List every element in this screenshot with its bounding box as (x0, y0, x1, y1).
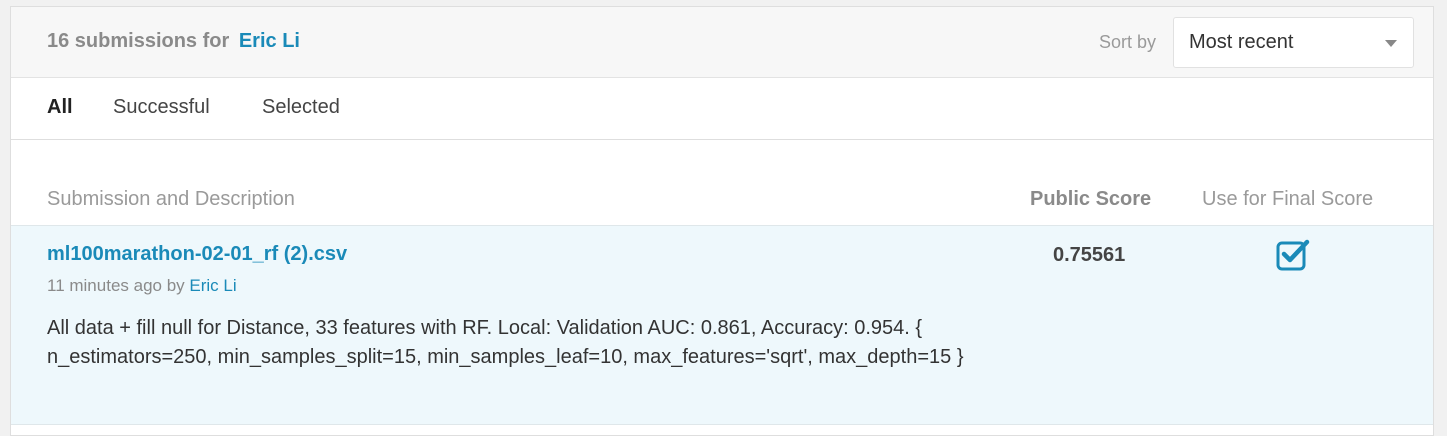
column-header-submission: Submission and Description (47, 188, 295, 210)
submission-meta: 11 minutes ago by Eric Li (47, 276, 237, 296)
sort-dropdown[interactable]: Most recent (1173, 17, 1414, 68)
submission-author-link[interactable]: Eric Li (189, 276, 236, 295)
submissions-panel: 16 submissions for Eric Li Sort by Most … (10, 6, 1434, 436)
sort-label: Sort by (1099, 32, 1157, 52)
public-score-value: 0.75561 (1053, 244, 1126, 266)
submission-row: ml100marathon-02-01_rf (2).csv 11 minute… (11, 225, 1433, 425)
submissions-header: 16 submissions for Eric Li Sort by Most … (11, 7, 1433, 78)
submission-file-link[interactable]: ml100marathon-02-01_rf (2).csv (47, 243, 347, 266)
chevron-down-icon (1385, 40, 1397, 47)
user-link[interactable]: Eric Li (239, 30, 300, 52)
tab-all[interactable]: All (47, 96, 73, 119)
tab-successful[interactable]: Successful (113, 96, 210, 119)
checkbox-checked-icon[interactable] (1276, 238, 1310, 272)
sort-dropdown-value: Most recent (1189, 31, 1294, 53)
submission-time: 11 minutes ago by (47, 276, 185, 295)
filter-tabs: All Successful Selected (11, 78, 1433, 140)
tab-selected[interactable]: Selected (262, 96, 340, 119)
column-header-final-score: Use for Final Score (1202, 188, 1374, 210)
submissions-title: 16 submissions for Eric Li (47, 30, 300, 53)
submission-description: All data + fill null for Distance, 33 fe… (47, 317, 964, 368)
column-header-public-score[interactable]: Public Score (1030, 188, 1151, 211)
submission-count: 16 submissions for (47, 30, 230, 52)
